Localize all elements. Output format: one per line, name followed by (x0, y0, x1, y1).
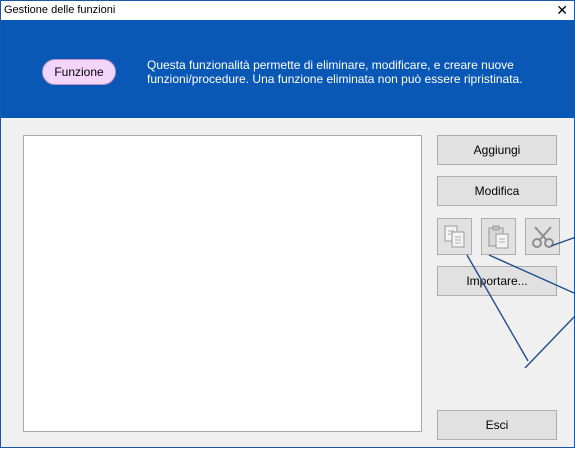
functions-list[interactable] (23, 135, 422, 432)
callout-line-import (524, 316, 575, 369)
copy-icon (444, 225, 465, 248)
import-button[interactable]: Importare... (437, 266, 557, 296)
banner-description: Questa funzionalità permette di eliminar… (147, 58, 557, 86)
cut-icon (532, 226, 554, 248)
function-pill: Funzione (42, 59, 116, 85)
exit-button[interactable]: Esci (437, 410, 557, 440)
close-icon[interactable]: ✕ (556, 1, 568, 19)
banner-line-1: Questa funzionalità permette di eliminar… (147, 58, 514, 72)
paste-button[interactable] (481, 218, 516, 255)
cut-button[interactable] (525, 218, 560, 255)
paste-icon (488, 225, 509, 249)
edit-button[interactable]: Modifica (437, 176, 557, 206)
window-title: Gestione delle funzioni (4, 4, 116, 16)
add-button[interactable]: Aggiungi (437, 135, 557, 165)
banner-line-2: funzioni/procedure. Una funzione elimina… (147, 72, 523, 86)
dialog-window: Gestione delle funzioni ✕ Funzione Quest… (0, 0, 575, 448)
info-banner: Funzione Questa funzionalità permette di… (1, 20, 574, 118)
copy-button[interactable] (437, 218, 472, 255)
title-bar: Gestione delle funzioni ✕ (1, 1, 574, 20)
